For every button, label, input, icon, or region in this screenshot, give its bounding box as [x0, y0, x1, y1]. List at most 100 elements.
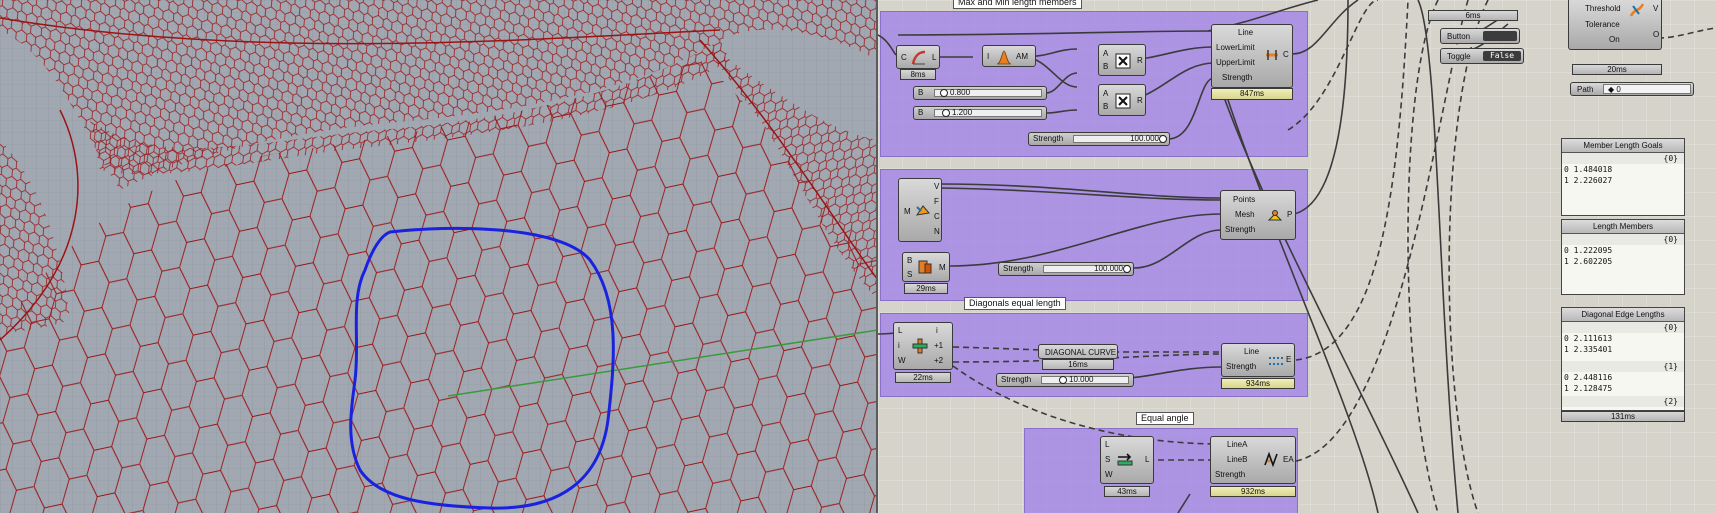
- output-plus1[interactable]: +1: [934, 341, 943, 350]
- average-bell-icon: [996, 49, 1012, 65]
- output-v[interactable]: V: [1653, 4, 1658, 13]
- output-l[interactable]: L: [932, 53, 936, 62]
- button-face[interactable]: [1483, 31, 1517, 41]
- output-plus2[interactable]: +2: [934, 356, 943, 365]
- shift-list-component[interactable]: L i W i +1 +2: [893, 322, 953, 370]
- rhino-viewport[interactable]: [0, 0, 878, 513]
- input-mesh[interactable]: Mesh: [1235, 210, 1255, 219]
- button-component[interactable]: Button: [1440, 28, 1520, 44]
- slider-knob[interactable]: [940, 89, 948, 97]
- slider-knob[interactable]: [1059, 376, 1067, 384]
- output-m[interactable]: M: [939, 263, 946, 272]
- time-6ms: 6ms: [1428, 10, 1518, 21]
- input-lowerlimit[interactable]: LowerLimit: [1216, 43, 1255, 52]
- input-strength[interactable]: Strength: [1222, 73, 1252, 82]
- multiply-component-2[interactable]: A B R: [1098, 84, 1146, 116]
- input-w[interactable]: W: [1105, 470, 1113, 479]
- diagonal-curve-label: DIAGONAL CURVE: [1045, 348, 1117, 357]
- number-slider-upper[interactable]: B 1.200: [913, 106, 1047, 120]
- panel-branch: {0}: [1562, 153, 1684, 164]
- deconstruct-mesh-icon: [915, 203, 931, 219]
- length-goal-component[interactable]: Line Strength E: [1221, 343, 1295, 377]
- input-threshold[interactable]: Threshold: [1585, 4, 1621, 13]
- output-l[interactable]: L: [1145, 455, 1149, 464]
- path-param-component[interactable]: Path ◆ 0: [1570, 82, 1694, 96]
- input-strength[interactable]: Strength: [1225, 225, 1255, 234]
- output-am[interactable]: AM: [1016, 52, 1028, 61]
- strength-slider-g1[interactable]: Strength 100.000: [1028, 132, 1170, 146]
- input-a[interactable]: A: [1103, 49, 1108, 58]
- average-component[interactable]: I AM: [982, 45, 1036, 67]
- input-linea[interactable]: LineA: [1227, 440, 1247, 449]
- shift-angle-list-component[interactable]: L S W L: [1100, 436, 1154, 484]
- panel-branch: {0}: [1562, 322, 1684, 333]
- slider-knob[interactable]: [1159, 135, 1167, 143]
- output-f[interactable]: F: [934, 197, 939, 206]
- grasshopper-canvas[interactable]: Max and Min length members Diagonals equ…: [878, 0, 1716, 513]
- input-s[interactable]: S: [1105, 455, 1110, 464]
- output-v[interactable]: V: [934, 182, 939, 191]
- panel-member-length-goals[interactable]: Member Length Goals {0} 0 1.484018 1 2.2…: [1561, 138, 1685, 216]
- output-o[interactable]: O: [1653, 30, 1659, 39]
- output-n[interactable]: N: [934, 227, 940, 236]
- toggle-value[interactable]: False: [1483, 51, 1521, 61]
- output-e[interactable]: E: [1286, 355, 1291, 364]
- input-points[interactable]: Points: [1233, 195, 1255, 204]
- input-line[interactable]: Line: [1238, 28, 1253, 37]
- output-r[interactable]: R: [1137, 96, 1143, 105]
- slider-knob[interactable]: [1123, 265, 1131, 273]
- output-i[interactable]: i: [936, 326, 938, 335]
- group-label-member-lengths: Max and Min length members: [953, 0, 1082, 9]
- multiply-icon: [1115, 53, 1131, 69]
- curve-length-component[interactable]: C L: [896, 45, 940, 69]
- output-p[interactable]: P: [1287, 210, 1292, 219]
- input-lineb[interactable]: LineB: [1227, 455, 1247, 464]
- row-index: 1: [1564, 257, 1569, 266]
- path-value[interactable]: ◆ 0: [1603, 84, 1691, 94]
- input-line[interactable]: Line: [1244, 347, 1259, 356]
- mesh-brep-component[interactable]: B S M: [902, 252, 950, 282]
- output-r[interactable]: R: [1137, 56, 1143, 65]
- row-value: 1.222095: [1573, 246, 1613, 255]
- clamp-length-goal-component[interactable]: Line LowerLimit UpperLimit Strength C: [1211, 24, 1293, 88]
- input-i[interactable]: i: [898, 341, 900, 350]
- panel-row: 0 1.484018: [1562, 164, 1684, 175]
- input-on[interactable]: On: [1609, 35, 1620, 44]
- output-c[interactable]: C: [934, 212, 940, 221]
- deconstruct-mesh-component[interactable]: M V F C N: [898, 178, 942, 242]
- input-b[interactable]: B: [907, 256, 912, 265]
- input-s[interactable]: S: [907, 270, 912, 279]
- input-upperlimit[interactable]: UpperLimit: [1216, 58, 1255, 67]
- input-b[interactable]: B: [1103, 102, 1108, 111]
- input-tolerance[interactable]: Tolerance: [1585, 20, 1620, 29]
- slider-value: 0.800: [950, 88, 971, 97]
- input-w[interactable]: W: [898, 356, 906, 365]
- input-strength[interactable]: Strength: [1215, 470, 1245, 479]
- kangaroo-solver-component[interactable]: Threshold Tolerance On V O: [1568, 0, 1662, 50]
- number-slider-lower[interactable]: B 0.800: [913, 86, 1047, 100]
- input-m[interactable]: M: [904, 207, 911, 216]
- input-i[interactable]: I: [987, 52, 989, 61]
- multiply-component-1[interactable]: A B R: [1098, 44, 1146, 76]
- row-value: 1.484018: [1573, 165, 1613, 174]
- output-ea[interactable]: EA: [1283, 455, 1294, 464]
- output-c[interactable]: C: [1283, 50, 1289, 59]
- clamp-length-icon: [1264, 47, 1280, 63]
- input-l[interactable]: L: [1105, 440, 1109, 449]
- input-b[interactable]: B: [1103, 62, 1108, 71]
- input-c[interactable]: C: [901, 53, 907, 62]
- angle-goal-component[interactable]: LineA LineB Strength EA: [1210, 436, 1296, 484]
- strength-slider-g2[interactable]: Strength 100.000: [998, 262, 1134, 276]
- toggle-component[interactable]: Toggle False: [1440, 48, 1524, 64]
- on-mesh-goal-component[interactable]: Points Mesh Strength P: [1220, 190, 1296, 240]
- input-a[interactable]: A: [1103, 89, 1108, 98]
- input-l[interactable]: L: [898, 326, 902, 335]
- slider-track[interactable]: [934, 109, 1042, 117]
- slider-knob[interactable]: [942, 109, 950, 117]
- diagonal-curve-cluster[interactable]: DIAGONAL CURVE: [1038, 344, 1118, 359]
- panel-length-members[interactable]: Length Members {0} 0 1.222095 1 2.602205: [1561, 219, 1685, 295]
- group-label-diagonals: Diagonals equal length: [964, 297, 1066, 310]
- panel-diagonal-edge-lengths[interactable]: Diagonal Edge Lengths {0} 0 2.111613 1 2…: [1561, 307, 1685, 411]
- input-strength[interactable]: Strength: [1226, 362, 1256, 371]
- strength-slider-g3[interactable]: Strength 10.000: [996, 373, 1134, 387]
